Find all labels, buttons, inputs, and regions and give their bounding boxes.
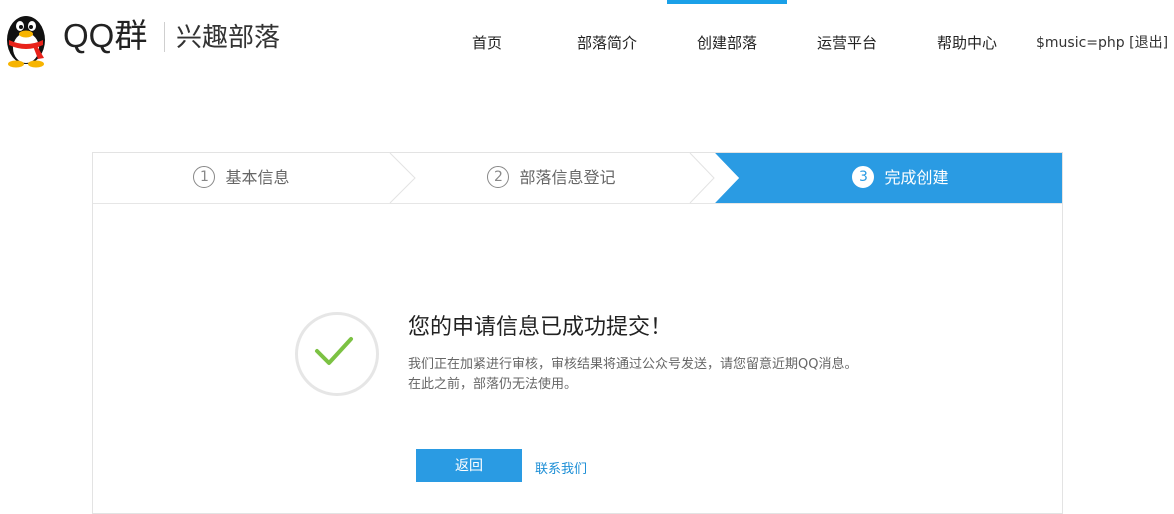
step-bar: 1 基本信息 2 部落信息登记 3 完成创建 bbox=[93, 153, 1062, 204]
step-label: 完成创建 bbox=[884, 168, 949, 187]
step-register-info: 2 部落信息登记 bbox=[413, 153, 690, 203]
nav-create[interactable]: 创建部落 bbox=[667, 0, 787, 84]
nav-home[interactable]: 首页 bbox=[427, 0, 547, 84]
back-button[interactable]: 返回 bbox=[416, 449, 522, 482]
top-header: QQ群 兴趣部落 首页 部落简介 创建部落 运营平台 帮助中心 $music=p… bbox=[0, 0, 1174, 80]
username: $music=php bbox=[1036, 35, 1125, 51]
description-line: 我们正在加紧进行审核，审核结果将通过公众号发送，请您留意近期QQ消息。 bbox=[408, 357, 858, 372]
brand-subtitle: 兴趣部落 bbox=[176, 23, 281, 53]
result-title: 您的申请信息已成功提交！ bbox=[408, 315, 673, 340]
user-area: $music=php [退出] bbox=[1036, 0, 1168, 84]
result-description: 我们正在加紧进行审核，审核结果将通过公众号发送，请您留意近期QQ消息。 在此之前… bbox=[408, 355, 878, 395]
step-label: 基本信息 bbox=[225, 168, 290, 187]
qq-penguin-icon[interactable] bbox=[0, 4, 60, 68]
step-number: 2 bbox=[487, 165, 510, 188]
contact-us-link[interactable]: 联系我们 bbox=[535, 458, 587, 477]
nav-about[interactable]: 部落简介 bbox=[547, 0, 667, 84]
create-tribe-card: 1 基本信息 2 部落信息登记 3 完成创建 您的申请信息已成功提交！ 我们正在加紧进… bbox=[92, 152, 1063, 514]
step-separator-1 bbox=[389, 153, 416, 203]
step-basic-info: 1 基本信息 bbox=[93, 153, 390, 203]
description-line: 在此之前，部落仍无法使用。 bbox=[408, 377, 578, 392]
brand-name: QQ群 bbox=[63, 17, 148, 54]
logout-link[interactable]: [退出] bbox=[1129, 35, 1168, 51]
step-number: 3 bbox=[852, 165, 875, 188]
step-number: 1 bbox=[193, 165, 216, 188]
step-complete: 3 完成创建 bbox=[739, 153, 1062, 203]
nav-help[interactable]: 帮助中心 bbox=[907, 0, 1027, 84]
nav-operations[interactable]: 运营平台 bbox=[787, 0, 907, 84]
checkmark-icon bbox=[315, 337, 353, 365]
step-label: 部落信息登记 bbox=[519, 168, 616, 187]
brand-divider bbox=[164, 22, 165, 52]
